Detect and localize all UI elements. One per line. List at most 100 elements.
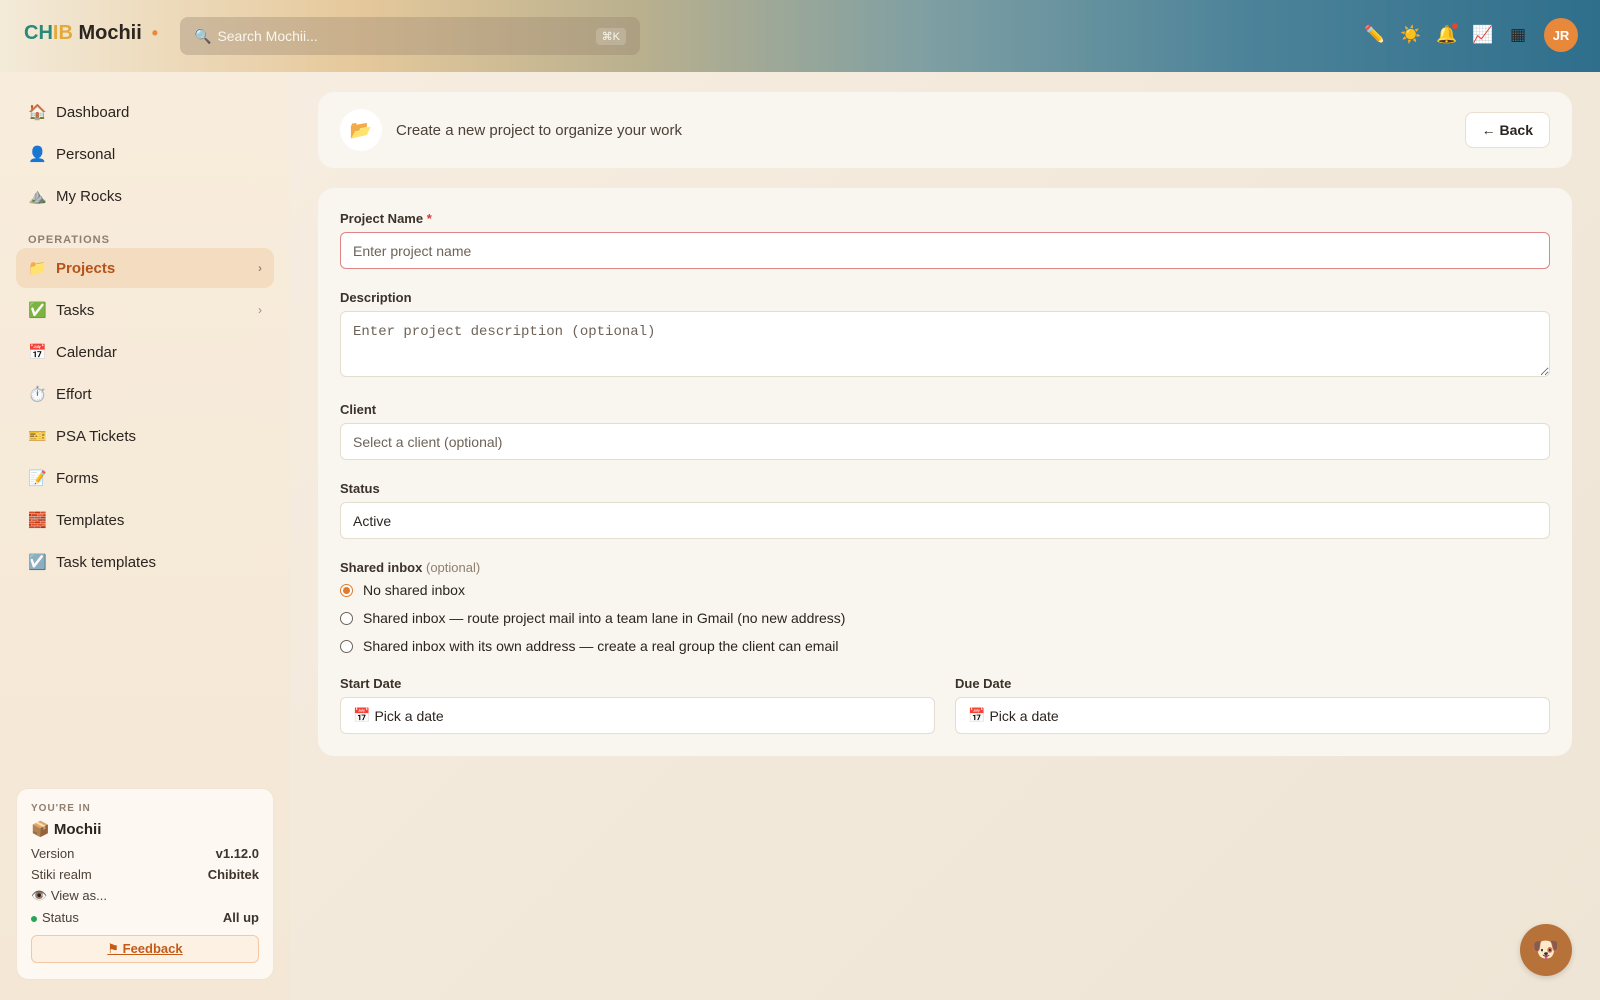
sidebar-item-label: Task templates	[56, 553, 157, 571]
youre-in-label: YOU'RE IN	[31, 803, 91, 814]
inbox-option-team-lane[interactable]: Shared inbox — route project mail into a…	[340, 610, 845, 626]
calendar-icon: 📅	[968, 707, 986, 723]
inbox-option-none[interactable]: No shared inbox	[340, 582, 465, 598]
realm-value: Chibitek	[207, 867, 259, 882]
folder-icon: 📁	[28, 260, 47, 277]
sidebar-item-label: Tasks	[56, 301, 95, 319]
client-select[interactable]: Select a client (optional)	[340, 423, 1550, 460]
brand-dot: •	[151, 23, 159, 43]
grid-icon[interactable]: ▦	[1508, 25, 1528, 45]
back-button[interactable]: ← Back	[1464, 112, 1550, 148]
shared-inbox-label: Shared inbox (optional)	[340, 560, 480, 575]
page-subtitle: Create a new project to organize your wo…	[396, 121, 682, 139]
avatar[interactable]: JR	[1544, 18, 1578, 52]
sidebar-item-label: Projects	[56, 259, 116, 277]
project-folder-icon: 📂	[340, 109, 382, 151]
search-shortcut: ⌘K	[595, 27, 626, 45]
org-name-text: Mochii	[53, 821, 102, 838]
radio-unselected[interactable]	[340, 639, 353, 653]
status-label: Status	[340, 481, 380, 496]
description-textarea[interactable]	[340, 311, 1550, 377]
pencil-icon[interactable]: ✏️	[1364, 25, 1385, 45]
calendar-icon: 📅	[353, 707, 371, 723]
start-date-placeholder: Pick a date	[374, 707, 444, 724]
due-date-label: Due Date	[955, 676, 1012, 691]
sidebar-item-label: Personal	[56, 145, 116, 163]
status-value: All up	[222, 910, 259, 925]
view-as-label: View as...	[50, 888, 107, 903]
sidebar-item-label: Templates	[56, 511, 125, 529]
shared-inbox-label-text: Shared inbox	[340, 560, 423, 575]
version-label: Version	[31, 846, 75, 861]
start-date-label: Start Date	[340, 676, 402, 691]
status-label: Status	[42, 910, 79, 925]
top-bar: CHIB Mochii • 🔍 ⌘K ✏️ ☀️ 🔔 📈 ▦ JR	[0, 0, 1600, 72]
sidebar-item-forms[interactable]: 📝 Forms	[16, 458, 274, 498]
sidebar-item-label: Calendar	[56, 343, 117, 361]
client-label: Client	[340, 402, 377, 417]
ticket-icon: 🎫	[28, 428, 47, 445]
project-name-input[interactable]	[340, 232, 1550, 269]
sidebar-item-effort[interactable]: ⏱️ Effort	[16, 374, 274, 414]
search-input[interactable]	[217, 28, 596, 44]
status-dot-icon	[31, 915, 37, 922]
search-icon: 🔍	[194, 27, 212, 44]
start-date-picker[interactable]: 📅 Pick a date	[340, 697, 935, 734]
sidebar-item-dashboard[interactable]: 🏠 Dashboard	[16, 92, 274, 132]
workspace-info-card: YOU'RE IN 📦 Mochii Version v1.12.0 Stiki…	[16, 788, 274, 980]
brand-logo[interactable]: CHIB Mochii •	[24, 22, 158, 45]
mountain-icon: ⛰️	[28, 188, 47, 205]
brand-part-1: CH	[24, 22, 53, 44]
due-date-placeholder: Pick a date	[989, 707, 1059, 724]
optional-hint: (optional)	[425, 560, 481, 575]
sidebar: 🏠 Dashboard 👤 Personal ⛰️ My Rocks OPERA…	[0, 72, 290, 1000]
calendar-icon: 📅	[28, 344, 47, 361]
notification-dot	[1452, 23, 1458, 29]
inbox-option-label: Shared inbox — route project mail into a…	[363, 610, 846, 626]
brand-part-2: IB	[52, 22, 73, 44]
status-row: Status All up	[31, 910, 259, 925]
realm-row: Stiki realm Chibitek	[31, 867, 259, 882]
check-icon: ✅	[28, 302, 47, 319]
sidebar-item-task-templates[interactable]: ☑️ Task templates	[16, 542, 274, 582]
sidebar-item-projects[interactable]: 📁 Projects ›	[16, 248, 274, 288]
brand-part-3: Mochii	[72, 22, 142, 44]
feedback-button[interactable]: ⚑ Feedback	[31, 935, 259, 963]
radio-unselected[interactable]	[340, 611, 353, 625]
sidebar-item-templates[interactable]: 🧱 Templates	[16, 500, 274, 540]
sidebar-item-label: My Rocks	[56, 187, 122, 205]
sidebar-item-label: PSA Tickets	[56, 427, 137, 445]
chart-icon[interactable]: 📈	[1472, 25, 1493, 45]
sidebar-item-my-rocks[interactable]: ⛰️ My Rocks	[16, 176, 274, 216]
memo-icon: 📝	[28, 470, 47, 487]
version-value: v1.12.0	[215, 846, 259, 861]
due-date-picker[interactable]: 📅 Pick a date	[955, 697, 1550, 734]
project-name-label-text: Project Name	[340, 211, 424, 226]
person-icon: 👤	[28, 146, 47, 163]
sun-icon[interactable]: ☀️	[1400, 25, 1421, 45]
view-as-link[interactable]: 👁️ View as...	[31, 888, 259, 904]
project-name-label: Project Name *	[340, 211, 432, 226]
inbox-option-label: Shared inbox with its own address — crea…	[363, 638, 839, 654]
sidebar-item-psa-tickets[interactable]: 🎫 PSA Tickets	[16, 416, 274, 456]
chevron-right-icon: ›	[258, 261, 262, 275]
search-bar[interactable]: 🔍 ⌘K	[180, 17, 640, 55]
section-label-operations: OPERATIONS	[28, 234, 110, 246]
assistant-mascot-button[interactable]: 🐶	[1520, 924, 1572, 976]
sidebar-item-tasks[interactable]: ✅ Tasks ›	[16, 290, 274, 330]
sidebar-item-label: Dashboard	[56, 103, 130, 121]
sidebar-item-personal[interactable]: 👤 Personal	[16, 134, 274, 174]
version-row: Version v1.12.0	[31, 846, 259, 861]
realm-label: Stiki realm	[31, 867, 92, 882]
inbox-option-own-address[interactable]: Shared inbox with its own address — crea…	[340, 638, 838, 654]
org-name: 📦 Mochii	[31, 820, 259, 838]
radio-selected[interactable]	[340, 583, 353, 597]
new-project-form: Project Name * Description Client Select…	[318, 188, 1572, 756]
eye-icon: 👁️	[31, 888, 48, 903]
bell-icon[interactable]: 🔔	[1436, 23, 1458, 45]
status-select[interactable]: Active	[340, 502, 1550, 539]
sidebar-item-label: Forms	[56, 469, 99, 487]
inbox-option-label: No shared inbox	[363, 582, 465, 598]
sidebar-item-calendar[interactable]: 📅 Calendar	[16, 332, 274, 372]
checkbox-icon: ☑️	[28, 554, 47, 571]
